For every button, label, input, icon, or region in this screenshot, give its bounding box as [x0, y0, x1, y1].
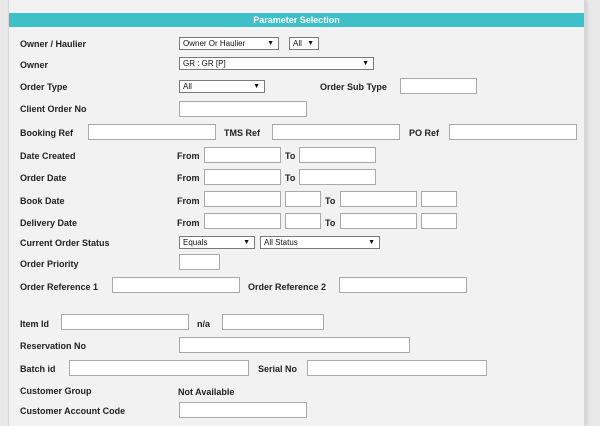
- order-sub-type-input[interactable]: [400, 78, 477, 94]
- order-sub-type-label: Order Sub Type: [320, 82, 387, 92]
- customer-group-label: Customer Group: [20, 386, 92, 396]
- order-type-select-value: All: [183, 82, 192, 91]
- delivery-date-label: Delivery Date: [20, 218, 78, 228]
- booking-ref-input[interactable]: [88, 124, 216, 140]
- status-select-value: All Status: [264, 238, 298, 247]
- date-created-from-input[interactable]: [204, 147, 281, 163]
- customer-account-code-label: Customer Account Code: [20, 406, 126, 416]
- order-date-from-input[interactable]: [204, 169, 281, 185]
- book-date-to-time-input[interactable]: [421, 191, 457, 207]
- customer-group-value: Not Available: [178, 387, 235, 397]
- serial-no-input[interactable]: [307, 360, 487, 376]
- date-created-to-input[interactable]: [299, 147, 376, 163]
- book-date-from-label: From: [177, 196, 200, 206]
- panel-title: Parameter Selection: [9, 13, 584, 27]
- chevron-down-icon: ▼: [267, 40, 274, 47]
- order-reference-2-input[interactable]: [339, 277, 467, 293]
- order-reference-1-label: Order Reference 1: [20, 282, 99, 292]
- po-ref-label: PO Ref: [409, 128, 440, 138]
- delivery-date-from-time-input[interactable]: [285, 213, 321, 229]
- reservation-no-input[interactable]: [179, 337, 410, 353]
- owner-haulier-scope-select[interactable]: All ▼: [289, 37, 319, 50]
- book-date-from-time-input[interactable]: [285, 191, 321, 207]
- tms-ref-label: TMS Ref: [224, 128, 260, 138]
- book-date-to-input[interactable]: [340, 191, 417, 207]
- chevron-down-icon: ▼: [253, 83, 260, 90]
- status-select[interactable]: All Status ▼: [260, 236, 380, 249]
- reservation-no-label: Reservation No: [20, 341, 87, 351]
- order-priority-input[interactable]: [179, 254, 220, 270]
- order-reference-2-label: Order Reference 2: [248, 282, 327, 292]
- owner-haulier-scope-value: All: [293, 39, 302, 48]
- order-date-label: Order Date: [20, 173, 67, 183]
- item-id-na-input[interactable]: [222, 314, 324, 330]
- delivery-date-from-label: From: [177, 218, 200, 228]
- delivery-date-from-input[interactable]: [204, 213, 281, 229]
- batch-id-label: Batch id: [20, 364, 56, 374]
- booking-ref-label: Booking Ref: [20, 128, 73, 138]
- date-created-to-label: To: [285, 151, 296, 161]
- po-ref-input[interactable]: [449, 124, 577, 140]
- delivery-date-to-time-input[interactable]: [421, 213, 457, 229]
- chevron-down-icon: ▼: [368, 239, 375, 246]
- date-created-from-label: From: [177, 151, 200, 161]
- status-operator-value: Equals: [183, 238, 208, 247]
- delivery-date-to-label: To: [325, 218, 336, 228]
- current-order-status-label: Current Order Status: [20, 238, 110, 248]
- date-created-label: Date Created: [20, 151, 76, 161]
- delivery-date-to-input[interactable]: [340, 213, 417, 229]
- book-date-to-label: To: [325, 196, 336, 206]
- serial-no-label: Serial No: [258, 364, 298, 374]
- tms-ref-input[interactable]: [272, 124, 400, 140]
- owner-haulier-select[interactable]: Owner Or Haulier ▼: [179, 37, 279, 50]
- order-priority-label: Order Priority: [20, 259, 79, 269]
- order-date-to-label: To: [285, 173, 296, 183]
- book-date-label: Book Date: [20, 196, 65, 206]
- order-reference-1-input[interactable]: [112, 277, 240, 293]
- order-date-from-label: From: [177, 173, 200, 183]
- chevron-down-icon: ▼: [243, 239, 250, 246]
- owner-label: Owner: [20, 60, 49, 70]
- owner-select-value: GR : GR [P]: [183, 59, 226, 68]
- owner-haulier-select-value: Owner Or Haulier: [183, 39, 246, 48]
- book-date-from-input[interactable]: [204, 191, 281, 207]
- status-operator-select[interactable]: Equals ▼: [179, 236, 255, 249]
- chevron-down-icon: ▼: [362, 60, 369, 67]
- item-id-label: Item Id: [20, 319, 50, 329]
- parameter-selection-panel: Parameter Selection Owner / Haulier Owne…: [8, 0, 585, 426]
- item-id-na-label: n/a: [197, 319, 211, 329]
- owner-haulier-label: Owner / Haulier: [20, 39, 87, 49]
- order-type-label: Order Type: [20, 82, 68, 92]
- order-date-to-input[interactable]: [299, 169, 376, 185]
- client-order-no-label: Client Order No: [20, 104, 87, 114]
- owner-select[interactable]: GR : GR [P] ▼: [179, 57, 374, 70]
- batch-id-input[interactable]: [69, 360, 249, 376]
- item-id-input[interactable]: [61, 314, 189, 330]
- chevron-down-icon: ▼: [307, 40, 314, 47]
- customer-account-code-input[interactable]: [179, 402, 307, 418]
- order-type-select[interactable]: All ▼: [179, 80, 265, 93]
- client-order-no-input[interactable]: [179, 101, 307, 117]
